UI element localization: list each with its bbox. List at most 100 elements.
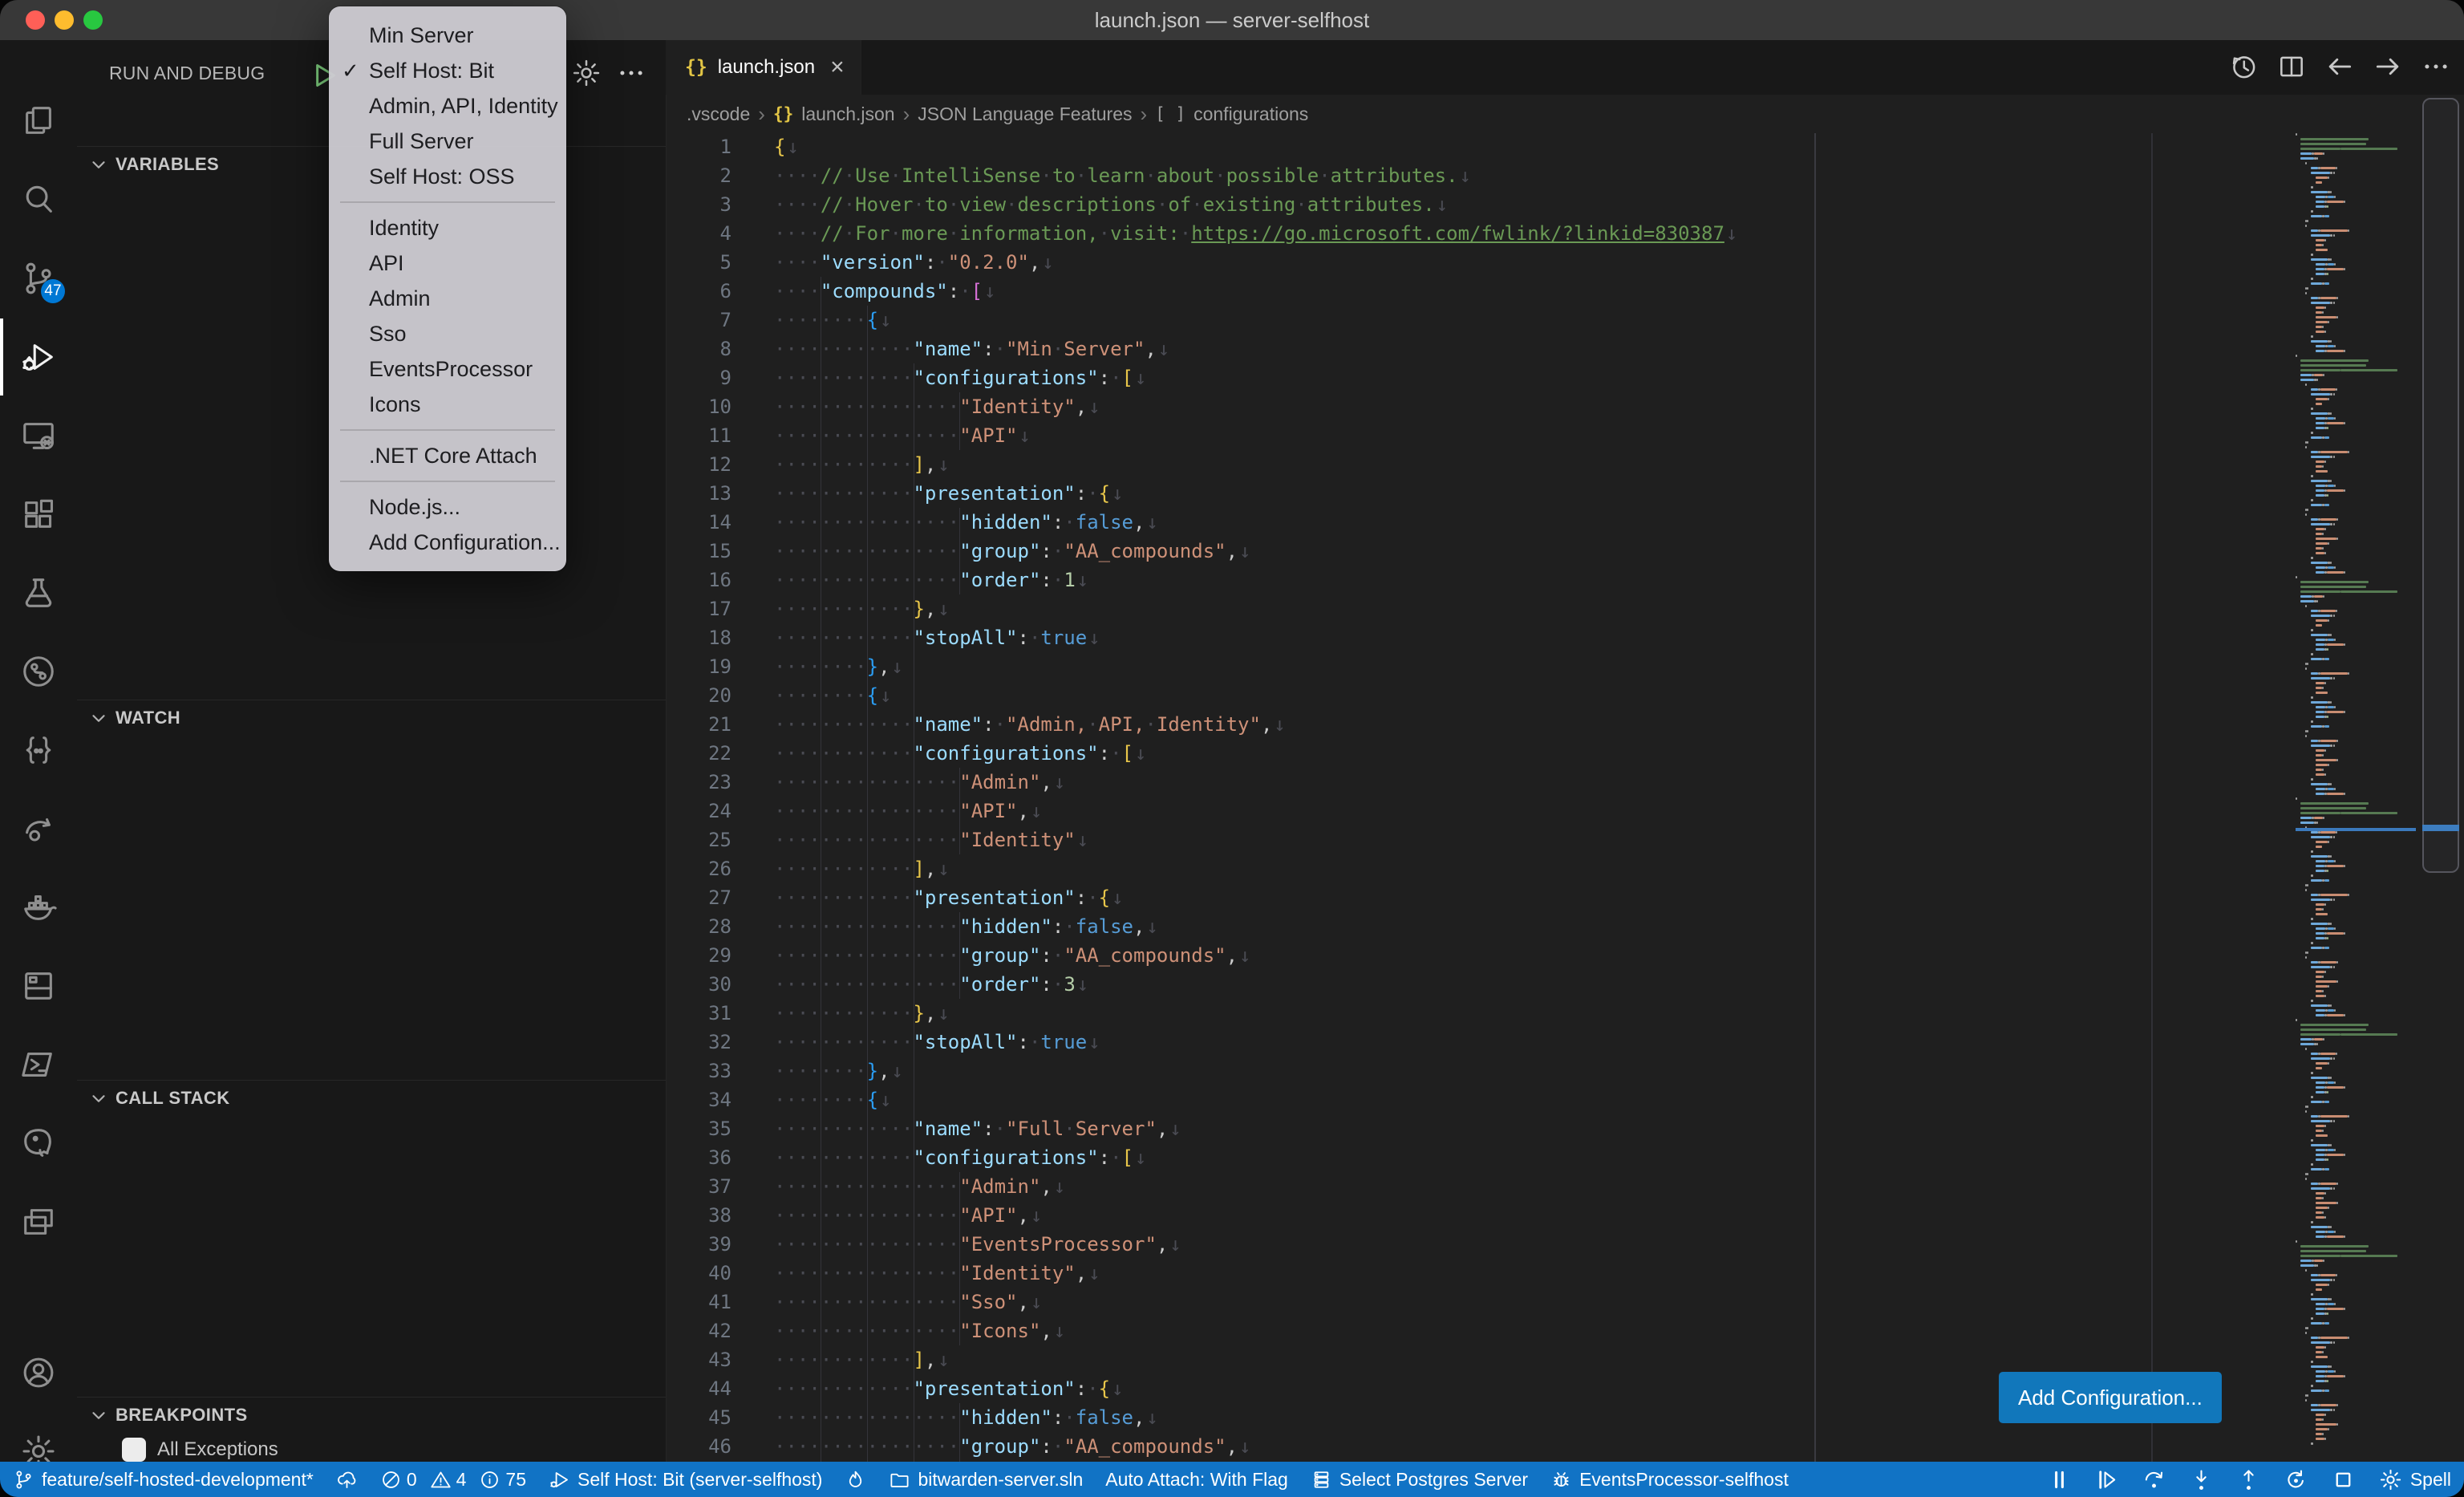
add-configuration-button[interactable]: Add Configuration... bbox=[1999, 1372, 2222, 1423]
breadcrumb-item[interactable]: JSON Language Features bbox=[918, 103, 1132, 125]
docker-icon[interactable] bbox=[20, 889, 57, 926]
code-line: 1{↓ bbox=[666, 132, 799, 161]
menu-item-admin-api-identity[interactable]: Admin, API, Identity bbox=[329, 88, 566, 124]
menu-item-net-core-attach[interactable]: .NET Core Attach bbox=[329, 438, 566, 473]
scrollbar-decoration bbox=[2422, 825, 2459, 831]
circle-slash-icon bbox=[380, 1469, 402, 1491]
gear-icon[interactable] bbox=[571, 58, 603, 90]
breadcrumb-item[interactable]: .vscode bbox=[687, 103, 750, 125]
menu-item-eventsprocessor[interactable]: EventsProcessor bbox=[329, 351, 566, 387]
navigate-forward-icon[interactable] bbox=[2373, 51, 2403, 82]
json-file-icon: {} bbox=[685, 57, 707, 78]
chevron-down-icon bbox=[88, 154, 109, 175]
code-line: 37················"Admin",↓ bbox=[666, 1172, 1065, 1201]
debug-continue[interactable] bbox=[2094, 1467, 2119, 1492]
more-actions-icon[interactable] bbox=[616, 58, 648, 90]
line-number: 37 bbox=[666, 1172, 732, 1201]
debug-step-into[interactable] bbox=[2189, 1467, 2214, 1492]
checkbox-unchecked[interactable] bbox=[122, 1438, 146, 1462]
menu-item-full-server[interactable]: Full Server bbox=[329, 124, 566, 159]
extensions-icon[interactable] bbox=[20, 496, 57, 533]
menu-item-node-js[interactable]: Node.js... bbox=[329, 489, 566, 525]
auto-attach-item[interactable]: Auto Attach: With Flag bbox=[1105, 1469, 1288, 1491]
remote-explorer-icon[interactable] bbox=[20, 417, 57, 454]
errors-count[interactable]: 0 bbox=[380, 1469, 417, 1491]
code-line: 9············"configurations":·[↓ bbox=[666, 363, 1146, 392]
events-processor-item[interactable]: EventsProcessor-selfhost bbox=[1550, 1469, 1789, 1491]
menu-item-min-server[interactable]: Min Server bbox=[329, 18, 566, 53]
stop-icon bbox=[2331, 1467, 2356, 1492]
warnings-count[interactable]: 4 bbox=[430, 1469, 467, 1491]
status-label: EventsProcessor-selfhost bbox=[1579, 1469, 1789, 1491]
split-editor-icon[interactable] bbox=[2276, 51, 2307, 82]
close-tab-icon[interactable]: × bbox=[830, 55, 845, 79]
status-label: feature/self-hosted-development* bbox=[42, 1469, 314, 1491]
line-number: 30 bbox=[666, 970, 732, 999]
powershell-icon[interactable] bbox=[20, 1046, 57, 1083]
chevron-down-icon bbox=[88, 1405, 109, 1426]
code-line: 11················"API"↓ bbox=[666, 421, 1031, 450]
minimap[interactable] bbox=[2296, 133, 2416, 1462]
menu-separator bbox=[329, 422, 566, 438]
info-count[interactable]: 75 bbox=[479, 1469, 526, 1491]
code-line: 40················"Identity",↓ bbox=[666, 1259, 1100, 1288]
code-line: 20········{↓ bbox=[666, 681, 892, 710]
section-header-call-stack[interactable]: CALL STACK bbox=[77, 1080, 666, 1115]
source-control-icon[interactable]: 47 bbox=[20, 260, 57, 297]
section-header-breakpoints[interactable]: BREAKPOINTS bbox=[77, 1397, 666, 1432]
storage-icon[interactable] bbox=[20, 968, 57, 1004]
debug-config-item[interactable]: Self Host: Bit (server-selfhost) bbox=[549, 1469, 822, 1491]
code-line: 24················"API",↓ bbox=[666, 797, 1042, 826]
debug-step-over[interactable] bbox=[2142, 1467, 2166, 1492]
code-line: 30················"order":·3↓ bbox=[666, 970, 1088, 999]
ellipsis-icon[interactable] bbox=[2421, 51, 2451, 82]
debug-restart[interactable] bbox=[2284, 1467, 2308, 1492]
window-panels-icon[interactable] bbox=[20, 1203, 57, 1240]
publish-item[interactable] bbox=[336, 1469, 358, 1491]
menu-item-sso[interactable]: Sso bbox=[329, 316, 566, 351]
breadcrumb-separator: › bbox=[758, 102, 765, 127]
menu-item-self-host-oss[interactable]: Self Host: OSS bbox=[329, 159, 566, 194]
menu-item-identity[interactable]: Identity bbox=[329, 210, 566, 245]
vertical-scrollbar[interactable] bbox=[2422, 98, 2459, 873]
breadcrumb-item[interactable]: configurations bbox=[1194, 103, 1308, 125]
account-icon[interactable] bbox=[20, 1354, 57, 1391]
search-icon[interactable] bbox=[20, 181, 57, 218]
chevron-down-icon bbox=[88, 708, 109, 728]
breakpoint-row[interactable]: All Exceptions bbox=[77, 1432, 666, 1462]
test-beaker-icon[interactable] bbox=[20, 574, 57, 611]
run-and-debug-icon[interactable] bbox=[20, 339, 57, 375]
debug-step-out[interactable] bbox=[2236, 1467, 2261, 1492]
menu-item-admin[interactable]: Admin bbox=[329, 281, 566, 316]
timeline-icon[interactable] bbox=[2228, 51, 2259, 82]
git-graph-icon[interactable] bbox=[20, 653, 57, 690]
debug-stop[interactable] bbox=[2331, 1467, 2356, 1492]
menu-item-api[interactable]: API bbox=[329, 245, 566, 281]
menu-item-self-host-bit[interactable]: ✓Self Host: Bit bbox=[329, 53, 566, 88]
scm-badge: 47 bbox=[41, 279, 65, 303]
line-number: 7 bbox=[666, 306, 732, 335]
line-number: 17 bbox=[666, 594, 732, 623]
flame-item[interactable] bbox=[845, 1469, 866, 1491]
line-number: 9 bbox=[666, 363, 732, 392]
problems-item[interactable]: 04 75 bbox=[380, 1469, 526, 1491]
files-icon[interactable] bbox=[20, 103, 57, 140]
section-header-watch[interactable]: WATCH bbox=[77, 700, 666, 735]
spell-item[interactable]: Spell bbox=[2378, 1467, 2451, 1492]
line-number: 3 bbox=[666, 190, 732, 219]
live-share-icon[interactable] bbox=[20, 810, 57, 847]
breadcrumb-item[interactable]: launch.json bbox=[801, 103, 894, 125]
menu-item-icons[interactable]: Icons bbox=[329, 387, 566, 422]
menu-item-add-configuration[interactable]: Add Configuration... bbox=[329, 525, 566, 560]
branch-item[interactable]: feature/self-hosted-development* bbox=[13, 1469, 314, 1491]
step-out-icon bbox=[2236, 1467, 2261, 1492]
postgres-icon[interactable] bbox=[20, 1125, 57, 1162]
tab-launch-json[interactable]: {} launch.json × bbox=[666, 40, 861, 95]
solution-item[interactable]: bitwarden-server.sln bbox=[889, 1469, 1083, 1491]
code-line: 13············"presentation":·{↓ bbox=[666, 479, 1124, 508]
navigate-back-icon[interactable] bbox=[2324, 51, 2355, 82]
debug-pause[interactable] bbox=[2047, 1467, 2072, 1492]
postgres-item[interactable]: Select Postgres Server bbox=[1311, 1469, 1528, 1491]
json-tools-icon[interactable] bbox=[20, 732, 57, 769]
code-line: 43············],↓ bbox=[666, 1345, 950, 1374]
